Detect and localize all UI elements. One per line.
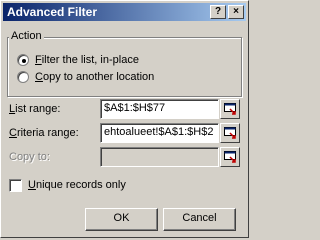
list-range-label: List range: xyxy=(9,103,61,115)
action-group xyxy=(7,37,242,97)
title-bar[interactable]: Advanced Filter ? × xyxy=(3,3,246,21)
close-icon: × xyxy=(233,6,239,17)
unique-records-label[interactable]: Unique records only xyxy=(28,179,126,192)
action-group-label: Action xyxy=(9,30,44,43)
copy-to-label: Copy to: xyxy=(9,151,50,163)
unique-records-checkbox[interactable] xyxy=(9,179,22,192)
cancel-button[interactable]: Cancel xyxy=(163,208,236,231)
list-range-input[interactable]: $A$1:$H$77 xyxy=(100,99,219,119)
advanced-filter-dialog: Advanced Filter ? × Action Filter the li… xyxy=(0,0,249,238)
copy-to-collapse-button[interactable] xyxy=(220,147,240,167)
dialog-title: Advanced Filter xyxy=(7,5,98,19)
list-range-collapse-button[interactable] xyxy=(220,99,240,119)
help-icon: ? xyxy=(214,6,222,17)
copy-to-input[interactable] xyxy=(100,147,219,167)
criteria-range-input[interactable]: ehtoalueet!$A$1:$H$2 xyxy=(100,123,219,143)
filter-in-place-radio[interactable] xyxy=(17,54,29,66)
radio-selected-dot xyxy=(22,59,26,63)
filter-in-place-label: Filter the list, in-place xyxy=(35,54,139,66)
collapse-dialog-icon xyxy=(224,103,236,115)
criteria-range-label: Criteria range: xyxy=(9,127,79,139)
collapse-dialog-icon xyxy=(224,127,236,139)
help-button[interactable]: ? xyxy=(210,5,226,19)
collapse-dialog-icon xyxy=(224,151,236,163)
copy-to-location-radio[interactable] xyxy=(17,71,29,83)
ok-button[interactable]: OK xyxy=(85,208,158,231)
criteria-range-collapse-button[interactable] xyxy=(220,123,240,143)
close-button[interactable]: × xyxy=(228,5,244,19)
copy-to-location-label: Copy to another location xyxy=(35,71,155,83)
